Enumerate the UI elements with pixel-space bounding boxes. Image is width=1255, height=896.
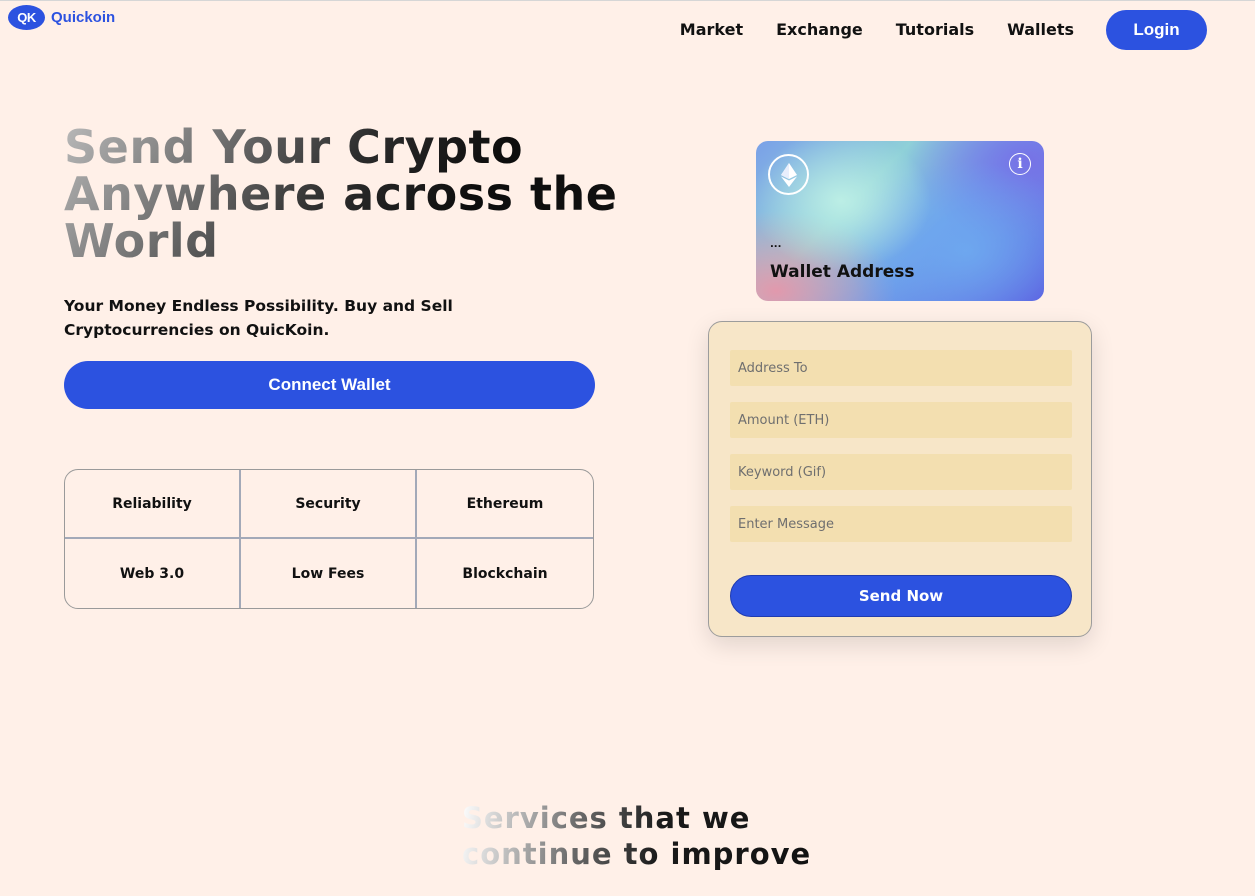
services-title: Services that we continue to improve <box>462 800 822 872</box>
nav-item-wallets[interactable]: Wallets <box>1007 19 1074 41</box>
hero-title: Send Your Crypto Anywhere across the Wor… <box>64 124 624 265</box>
login-button[interactable]: Login <box>1106 10 1207 50</box>
send-now-button[interactable]: Send Now <box>730 575 1072 617</box>
top-border <box>0 0 1255 1</box>
logo-badge: QK <box>8 5 45 30</box>
amount-input[interactable] <box>730 402 1072 438</box>
nav-item-exchange[interactable]: Exchange <box>776 19 863 41</box>
logo[interactable]: QK Quickoin <box>8 5 115 30</box>
logo-text: Quickoin <box>51 9 116 26</box>
wallet-card: i ... Wallet Address <box>756 141 1044 301</box>
nav-item-market[interactable]: Market <box>680 19 743 41</box>
message-input[interactable] <box>730 506 1072 542</box>
feature-reliability: Reliability <box>65 470 241 539</box>
ethereum-icon <box>768 154 809 195</box>
feature-ethereum: Ethereum <box>417 470 593 539</box>
wallet-address-value: ... <box>770 239 782 250</box>
keyword-input[interactable] <box>730 454 1072 490</box>
send-form: Send Now <box>708 321 1092 637</box>
hero-subtitle: Your Money Endless Possibility. Buy and … <box>64 297 453 339</box>
feature-low-fees: Low Fees <box>241 539 417 608</box>
nav-item-tutorials[interactable]: Tutorials <box>896 19 974 41</box>
feature-security: Security <box>241 470 417 539</box>
feature-web3: Web 3.0 <box>65 539 241 608</box>
feature-blockchain: Blockchain <box>462 565 548 582</box>
top-nav: Market Exchange Tutorials Wallets Login <box>680 10 1207 50</box>
wallet-address-label: Wallet Address <box>770 262 915 282</box>
info-icon[interactable]: i <box>1009 153 1031 175</box>
connect-wallet-button[interactable]: Connect Wallet <box>64 361 595 409</box>
address-to-input[interactable] <box>730 350 1072 386</box>
feature-grid: Reliability Security Ethereum Web 3.0 Lo… <box>64 469 594 609</box>
